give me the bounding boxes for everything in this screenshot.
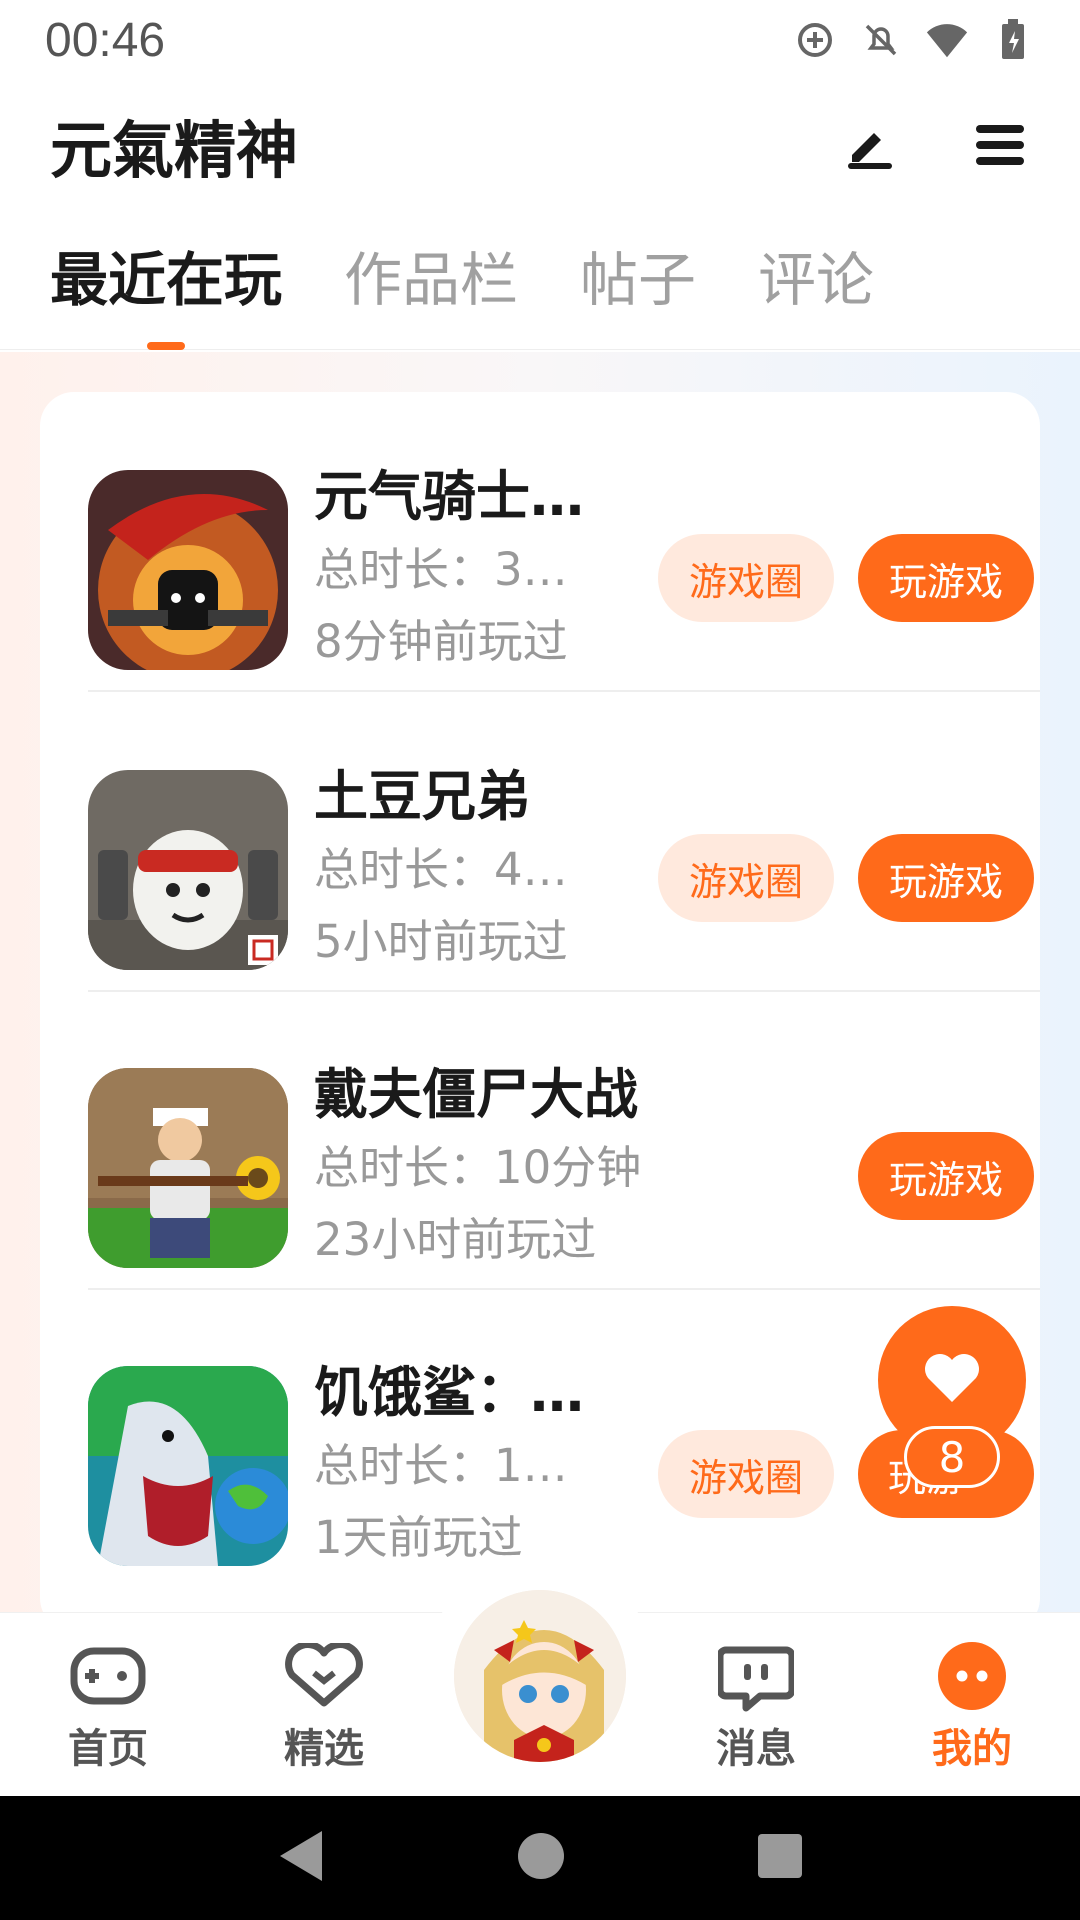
bell-off-icon (859, 18, 903, 62)
data-saver-icon (793, 18, 837, 62)
tab-label: 帖子 (580, 246, 697, 314)
wifi-icon (925, 18, 969, 62)
game-circle-button[interactable]: 游戏圈 (658, 834, 834, 922)
back-icon[interactable] (276, 1829, 326, 1887)
game-circle-button[interactable]: 游戏圈 (658, 534, 834, 622)
last-played: 23小时前玩过 (314, 1213, 597, 1266)
menu-icon[interactable] (970, 115, 1030, 175)
game-icon-dave-zombie[interactable] (88, 1068, 288, 1268)
nav-item-profile[interactable]: 我的 (892, 1640, 1052, 1774)
last-played: 5小时前玩过 (314, 915, 568, 968)
tab-indicator (147, 342, 185, 350)
nav-item-featured[interactable]: 精选 (244, 1640, 404, 1774)
game-info: 戴夫僵尸大战 总时长：10分钟 23小时前玩过 (314, 1058, 714, 1276)
profile-face-icon (930, 1640, 1014, 1712)
heart-chat-icon (282, 1640, 366, 1712)
status-time: 00:46 (45, 13, 166, 67)
game-info: 元气骑士… 总时长：3… 8分钟前玩过 (314, 460, 614, 678)
game-name: 饥饿鲨：… (314, 1361, 584, 1424)
game-icon-hungry-shark[interactable] (88, 1366, 288, 1566)
last-played: 1天前玩过 (314, 1511, 523, 1564)
tab-posts[interactable]: 帖子 (580, 230, 696, 350)
list-item[interactable]: 元气骑士… 总时长：3… 8分钟前玩过 游戏圈 玩游戏 (88, 392, 1040, 692)
home-icon[interactable] (516, 1831, 566, 1885)
tab-label: 评论 (758, 246, 875, 314)
game-name: 元气骑士… (314, 465, 584, 528)
tab-label: 最近在玩 (50, 246, 283, 314)
tab-comments[interactable]: 评论 (758, 230, 874, 350)
page-title: 元氣精神 (50, 114, 299, 187)
nav-label: 精选 (284, 1726, 364, 1772)
status-bar: 00:46 (0, 0, 1080, 80)
list-item[interactable]: 土豆兄弟 总时长：4… 5小时前玩过 游戏圈 玩游戏 (88, 692, 1040, 992)
list-item[interactable]: 戴夫僵尸大战 总时长：10分钟 23小时前玩过 玩游戏 (88, 990, 1040, 1290)
play-game-button[interactable]: 玩游戏 (858, 834, 1034, 922)
gamepad-icon (66, 1640, 150, 1712)
status-icons (793, 18, 1035, 62)
profile-tabs: 最近在玩 作品栏 帖子 评论 (0, 230, 1080, 350)
nav-label: 首页 (68, 1726, 148, 1772)
game-icon-soul-knight[interactable] (88, 470, 288, 670)
recent-games-card: 元气骑士… 总时长：3… 8分钟前玩过 游戏圈 玩游戏 土豆兄弟 总时长：4… … (40, 392, 1040, 1632)
header-actions (840, 115, 1030, 175)
game-name: 戴夫僵尸大战 (314, 1063, 638, 1126)
heart-icon (922, 1350, 982, 1410)
game-icon-brotato[interactable] (88, 770, 288, 970)
total-play-time: 总时长：3… (314, 543, 568, 596)
recents-icon[interactable] (756, 1832, 804, 1884)
game-info: 饥饿鲨：… 总时长：1… 1天前玩过 (314, 1356, 614, 1574)
nav-label: 消息 (716, 1726, 796, 1772)
tab-recent-play[interactable]: 最近在玩 (50, 230, 282, 350)
chat-bubble-icon (714, 1640, 798, 1712)
system-nav-bar (0, 1796, 1080, 1920)
tab-label: 作品栏 (344, 246, 519, 314)
nav-label: 我的 (932, 1726, 1012, 1772)
battery-icon (991, 18, 1035, 62)
avatar[interactable] (450, 1586, 630, 1766)
like-count-badge: 8 (904, 1426, 1000, 1488)
nav-item-messages[interactable]: 消息 (676, 1640, 836, 1774)
game-name: 土豆兄弟 (314, 765, 530, 828)
total-play-time: 总时长：1… (314, 1439, 568, 1492)
tab-works[interactable]: 作品栏 (344, 230, 518, 350)
app-header: 元氣精神 (0, 90, 1080, 200)
total-play-time: 总时长：10分钟 (314, 1141, 642, 1194)
play-game-button[interactable]: 玩游戏 (858, 534, 1034, 622)
nav-item-home[interactable]: 首页 (28, 1640, 188, 1774)
play-game-button[interactable]: 玩游戏 (858, 1132, 1034, 1220)
edit-icon[interactable] (840, 115, 900, 175)
game-circle-button[interactable]: 游戏圈 (658, 1430, 834, 1518)
last-played: 8分钟前玩过 (314, 615, 568, 668)
total-play-time: 总时长：4… (314, 843, 568, 896)
game-info: 土豆兄弟 总时长：4… 5小时前玩过 (314, 760, 614, 978)
